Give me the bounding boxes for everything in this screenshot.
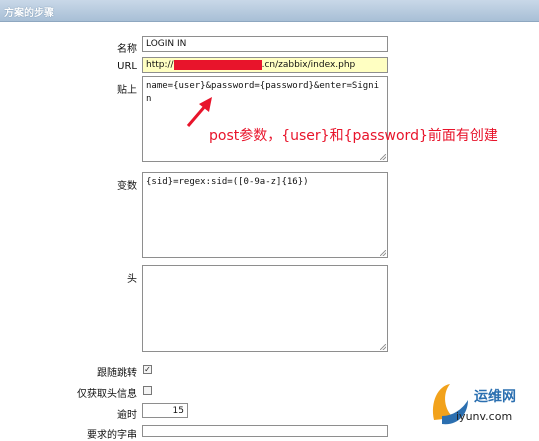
variables-label: 变数 xyxy=(117,181,137,192)
variables-textarea[interactable]: {sid}=regex:sid=([0-9a-z]{16}) xyxy=(142,172,388,258)
annotation-text: post参数，{user}和{password}前面有创建 xyxy=(209,128,498,144)
watermark-top: 运维网 xyxy=(474,389,516,405)
url-label: URL xyxy=(117,61,137,72)
resize-grip-icon[interactable] xyxy=(380,154,386,160)
post-textarea[interactable]: name={user}&password={password}&enter=Si… xyxy=(142,76,388,162)
timeout-label: 逾时 xyxy=(117,410,137,421)
url-prefix: http:// xyxy=(146,60,174,70)
follow-redirects-label: 跟随跳转 xyxy=(97,368,137,379)
watermark: 运维网 iyunv.com xyxy=(428,378,536,430)
required-string-input[interactable] xyxy=(142,425,388,437)
post-label: 贴上 xyxy=(117,85,137,96)
name-input[interactable]: LOGIN IN xyxy=(142,36,388,52)
resize-grip-icon[interactable] xyxy=(380,344,386,350)
resize-grip-icon[interactable] xyxy=(380,250,386,256)
url-input[interactable]: http:// .cn/zabbix/index.php xyxy=(142,57,388,73)
url-suffix: .cn/zabbix/index.php xyxy=(261,60,356,70)
required-string-label: 要求的字串 xyxy=(87,430,137,441)
check-icon: ✓ xyxy=(144,365,151,374)
section-header: 方案的步骤 xyxy=(0,0,539,22)
headers-label: 头 xyxy=(127,274,137,285)
watermark-bottom: iyunv.com xyxy=(456,410,513,423)
section-title: 方案的步骤 xyxy=(4,8,54,19)
name-label: 名称 xyxy=(117,44,137,55)
timeout-value: 15 xyxy=(172,406,184,416)
name-value: LOGIN IN xyxy=(146,39,187,49)
variables-value: {sid}=regex:sid=([0-9a-z]{16}) xyxy=(146,177,309,187)
retrieve-headers-label: 仅获取头信息 xyxy=(77,389,137,400)
redaction-bar xyxy=(173,59,262,70)
headers-textarea[interactable] xyxy=(142,265,388,352)
timeout-input[interactable]: 15 xyxy=(142,403,188,418)
retrieve-headers-checkbox[interactable] xyxy=(143,386,152,395)
follow-redirects-checkbox[interactable]: ✓ xyxy=(143,365,152,374)
